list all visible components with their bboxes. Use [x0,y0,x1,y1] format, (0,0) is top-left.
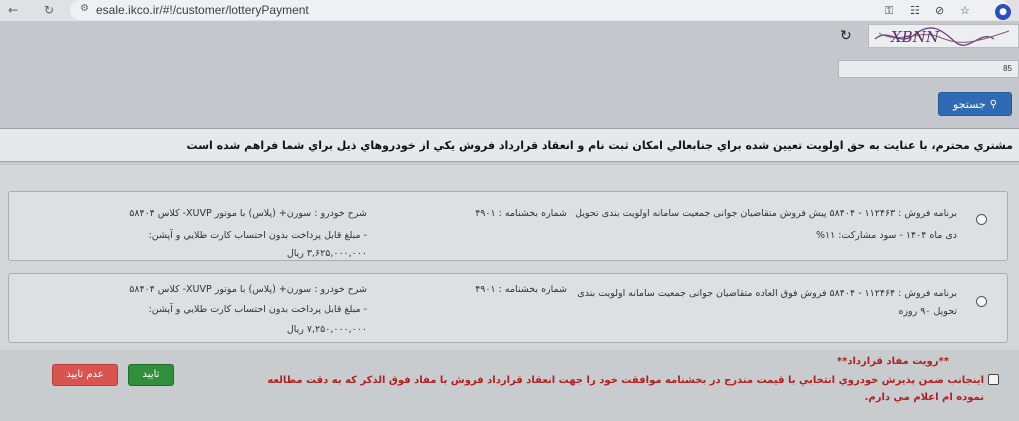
offer-price-amount: ۳,۶۲۵,۰۰۰,۰۰۰ ريال [286,248,367,259]
offer-car: شرح خودرو : سورن+ (پلاس) با موتور XUVP- … [129,284,367,295]
offer-car: شرح خودرو : سورن+ (پلاس) با موتور XUVP- … [129,208,367,219]
profile-icon[interactable]: ● [995,4,1011,20]
agree-text: اينجانب ضمن پذيرش خودروي انتخابي با قيمت… [267,375,984,403]
offer-radio[interactable] [976,214,987,225]
reject-button[interactable]: عدم تاييد [52,364,118,386]
offer-circular: شماره بخشنامه : ۴۹۰۱ [475,284,567,295]
site-info-icon[interactable]: ⚙ [80,3,89,14]
url-text[interactable]: esale.ikco.ir/#!/customer/lotteryPayment [96,3,309,17]
search-button-label: جستجو [952,97,986,111]
offer-price-amount: ۷,۲۵۰,۰۰۰,۰۰۰ ريال [286,324,367,335]
search-icon: ⚲ [989,98,998,110]
offers-panel: برنامه فروش : ۱۱۲۴۶۳ - ۵۸۴۰۴ پیش فروش مت… [0,165,1019,350]
agree-checkbox[interactable] [988,374,999,385]
back-arrow-icon[interactable]: ← [4,1,22,19]
captcha-image: XBNN [868,24,1019,48]
captcha-input[interactable]: 85 [838,60,1019,78]
offer-program: برنامه فروش : ۱۱۲۴۶۴ - ۵۸۴۰۴ فروش فوق ال… [577,288,957,299]
offer-circular: شماره بخشنامه : ۴۹۰۱ [475,208,567,219]
refresh-icon[interactable]: ↻ [840,28,852,44]
offer-program: برنامه فروش : ۱۱۲۴۶۳ - ۵۸۴۰۴ پیش فروش مت… [575,208,957,219]
lottery-payment-page: ↻ XBNN 85 جستجو ⚲ مشتري محترم، با عنايت … [0,22,1019,421]
confirm-button[interactable]: تاييد [128,364,174,386]
reload-icon[interactable]: ↻ [40,1,58,19]
offer-radio[interactable] [976,296,987,307]
star-icon[interactable]: ☆ [960,4,970,17]
offer-card[interactable]: برنامه فروش : ۱۱۲۴۶۴ - ۵۸۴۰۴ فروش فوق ال… [8,273,1008,343]
browser-toolbar: ← ↻ ⚙ esale.ikco.ir/#!/customer/lotteryP… [0,0,1019,22]
offer-delivery: دی ماه ۱۴۰۴ - سود مشارکت: ۱۱% [815,230,957,241]
contract-panel: **رويت مفاد قرارداد** اينجانب ضمن پذيرش … [0,350,1019,421]
contract-title[interactable]: **رويت مفاد قرارداد** [837,356,949,367]
offer-price-note: - مبلغ قابل پرداخت بدون احتساب كارت طلاي… [148,304,367,315]
priority-notice: مشتري محترم، با عنايت به حق اولويت تعيين… [0,128,1019,162]
translate-icon[interactable]: ☷ [910,4,920,17]
offer-card[interactable]: برنامه فروش : ۱۱۲۴۶۳ - ۵۸۴۰۴ پیش فروش مت… [8,191,1008,261]
offer-price-note: - مبلغ قابل پرداخت بدون احتساب كارت طلاي… [148,230,367,241]
key-icon[interactable]: ⚿ [885,4,893,18]
search-button[interactable]: جستجو ⚲ [938,92,1012,116]
eye-off-icon[interactable]: ⊘ [935,4,944,17]
captcha-text: XBNN [890,28,940,46]
offer-delivery: تحویل ۹۰ روزه [898,306,957,317]
